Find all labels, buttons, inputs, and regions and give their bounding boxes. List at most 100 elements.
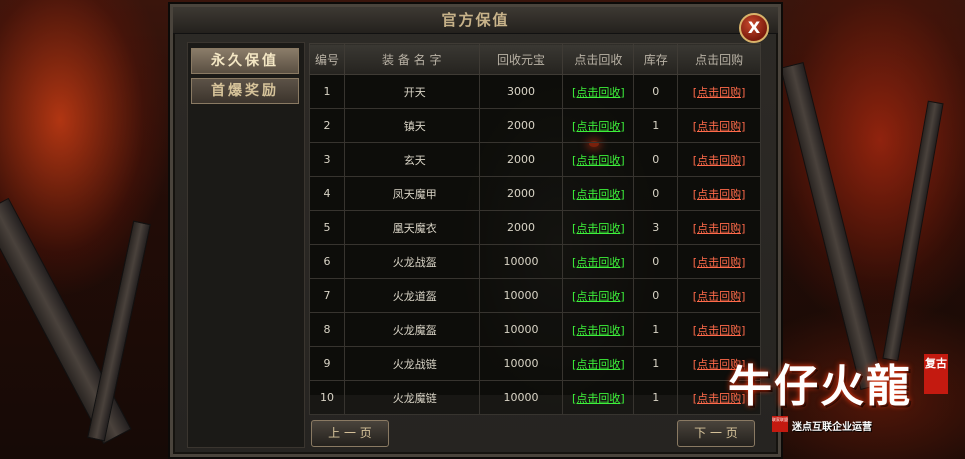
- buyback-cell: [点击回购]: [677, 108, 761, 143]
- recycle-cell: [点击回收]: [562, 312, 635, 347]
- header-click-buyback: 点击回购: [677, 43, 761, 75]
- table-row: 5 凰天魔衣 2000 [点击回收] 3 [点击回购]: [309, 210, 761, 245]
- background-sword: [882, 100, 944, 362]
- item-name: 凤天魔甲: [343, 176, 480, 211]
- stock-count: 1: [633, 108, 679, 143]
- stock-count: 3: [633, 210, 679, 245]
- logo-seal: 联家联盟: [772, 416, 788, 432]
- recycle-price: 10000: [478, 346, 564, 381]
- recycle-link[interactable]: [点击回收]: [572, 290, 625, 303]
- recycle-price: 2000: [478, 210, 564, 245]
- item-name: 开天: [343, 74, 480, 109]
- table-row: 7 火龙道盔 10000 [点击回收] 0 [点击回购]: [309, 278, 761, 313]
- sidebar-item-first-drop-reward[interactable]: 首爆奖励: [191, 78, 299, 104]
- item-name: 玄天: [343, 142, 480, 177]
- recycle-cell: [点击回收]: [562, 380, 635, 415]
- header-number: 编号: [309, 43, 345, 75]
- logo-title: 牛仔火龍: [728, 361, 912, 412]
- buyback-link[interactable]: [点击回购]: [693, 290, 746, 303]
- recycle-price: 10000: [478, 312, 564, 347]
- row-number: 10: [309, 380, 345, 415]
- item-name: 凰天魔衣: [343, 210, 480, 245]
- value-guarantee-window: 官方保值 X 永久保值 首爆奖励 编号 装 备 名 字 回收元宝 点击回收 库存…: [170, 4, 781, 457]
- buyback-cell: [点击回购]: [677, 142, 761, 177]
- item-name: 镇天: [343, 108, 480, 143]
- close-button[interactable]: X: [739, 13, 769, 43]
- stock-count: 1: [633, 312, 679, 347]
- recycle-link[interactable]: [点击回收]: [572, 154, 625, 167]
- recycle-price: 10000: [478, 244, 564, 279]
- table-row: 3 玄天 2000 [点击回收] 0 [点击回购]: [309, 142, 761, 177]
- row-number: 3: [309, 142, 345, 177]
- item-name: 火龙魔盔: [343, 312, 480, 347]
- row-number: 1: [309, 74, 345, 109]
- item-table-panel: 编号 装 备 名 字 回收元宝 点击回收 库存 点击回购 1 开天 3000 […: [309, 43, 761, 415]
- header-item-name: 装 备 名 字: [343, 43, 480, 75]
- row-number: 2: [309, 108, 345, 143]
- recycle-price: 2000: [478, 108, 564, 143]
- item-name: 火龙战盔: [343, 244, 480, 279]
- stock-count: 0: [633, 244, 679, 279]
- table-header-row: 编号 装 备 名 字 回收元宝 点击回收 库存 点击回购: [309, 43, 761, 75]
- buyback-link[interactable]: [点击回购]: [693, 324, 746, 337]
- stock-count: 0: [633, 176, 679, 211]
- table-row: 1 开天 3000 [点击回收] 0 [点击回购]: [309, 74, 761, 109]
- recycle-cell: [点击回收]: [562, 176, 635, 211]
- recycle-price: 10000: [478, 278, 564, 313]
- stock-count: 1: [633, 346, 679, 381]
- table-row: 10 火龙魔链 10000 [点击回收] 1 [点击回购]: [309, 380, 761, 415]
- item-name: 火龙战链: [343, 346, 480, 381]
- recycle-cell: [点击回收]: [562, 278, 635, 313]
- row-number: 4: [309, 176, 345, 211]
- buyback-link[interactable]: [点击回购]: [693, 256, 746, 269]
- row-number: 5: [309, 210, 345, 245]
- table-row: 9 火龙战链 10000 [点击回收] 1 [点击回购]: [309, 346, 761, 381]
- table-row: 8 火龙魔盔 10000 [点击回收] 1 [点击回购]: [309, 312, 761, 347]
- header-recycle-ingots: 回收元宝: [478, 43, 564, 75]
- recycle-cell: [点击回收]: [562, 74, 635, 109]
- recycle-link[interactable]: [点击回收]: [572, 324, 625, 337]
- buyback-cell: [点击回购]: [677, 210, 761, 245]
- recycle-cell: [点击回收]: [562, 346, 635, 381]
- recycle-link[interactable]: [点击回收]: [572, 188, 625, 201]
- row-number: 8: [309, 312, 345, 347]
- buyback-link[interactable]: [点击回购]: [693, 188, 746, 201]
- stock-count: 0: [633, 74, 679, 109]
- buyback-cell: [点击回购]: [677, 176, 761, 211]
- recycle-price: 10000: [478, 380, 564, 415]
- recycle-link[interactable]: [点击回收]: [572, 86, 625, 99]
- game-logo: 牛仔火龍 复古 联家联盟 迷点互联企业运营: [728, 340, 958, 440]
- recycle-link[interactable]: [点击回收]: [572, 358, 625, 371]
- recycle-price: 2000: [478, 142, 564, 177]
- stock-count: 1: [633, 380, 679, 415]
- recycle-cell: [点击回收]: [562, 210, 635, 245]
- header-stock: 库存: [633, 43, 679, 75]
- header-click-recycle: 点击回收: [562, 43, 635, 75]
- recycle-link[interactable]: [点击回收]: [572, 256, 625, 269]
- buyback-link[interactable]: [点击回购]: [693, 86, 746, 99]
- buyback-link[interactable]: [点击回购]: [693, 120, 746, 133]
- recycle-link[interactable]: [点击回收]: [572, 222, 625, 235]
- recycle-link[interactable]: [点击回收]: [572, 392, 625, 405]
- recycle-link[interactable]: [点击回收]: [572, 120, 625, 133]
- logo-badge: 复古: [924, 354, 948, 394]
- buyback-link[interactable]: [点击回购]: [693, 222, 746, 235]
- prev-page-button[interactable]: 上 一 页: [311, 420, 389, 447]
- item-name: 火龙魔链: [343, 380, 480, 415]
- stock-count: 0: [633, 278, 679, 313]
- row-number: 6: [309, 244, 345, 279]
- buyback-link[interactable]: [点击回购]: [693, 154, 746, 167]
- recycle-cell: [点击回收]: [562, 108, 635, 143]
- item-table: 编号 装 备 名 字 回收元宝 点击回收 库存 点击回购 1 开天 3000 […: [309, 43, 761, 415]
- table-row: 6 火龙战盔 10000 [点击回收] 0 [点击回购]: [309, 244, 761, 279]
- window-title: 官方保值: [441, 11, 510, 29]
- recycle-cell: [点击回收]: [562, 244, 635, 279]
- sidebar-item-permanent-value[interactable]: 永久保值: [191, 48, 299, 74]
- recycle-price: 3000: [478, 74, 564, 109]
- stock-count: 0: [633, 142, 679, 177]
- item-name: 火龙道盔: [343, 278, 480, 313]
- buyback-cell: [点击回购]: [677, 244, 761, 279]
- recycle-cell: [点击回收]: [562, 142, 635, 177]
- window-titlebar: 官方保值: [173, 7, 778, 34]
- recycle-price: 2000: [478, 176, 564, 211]
